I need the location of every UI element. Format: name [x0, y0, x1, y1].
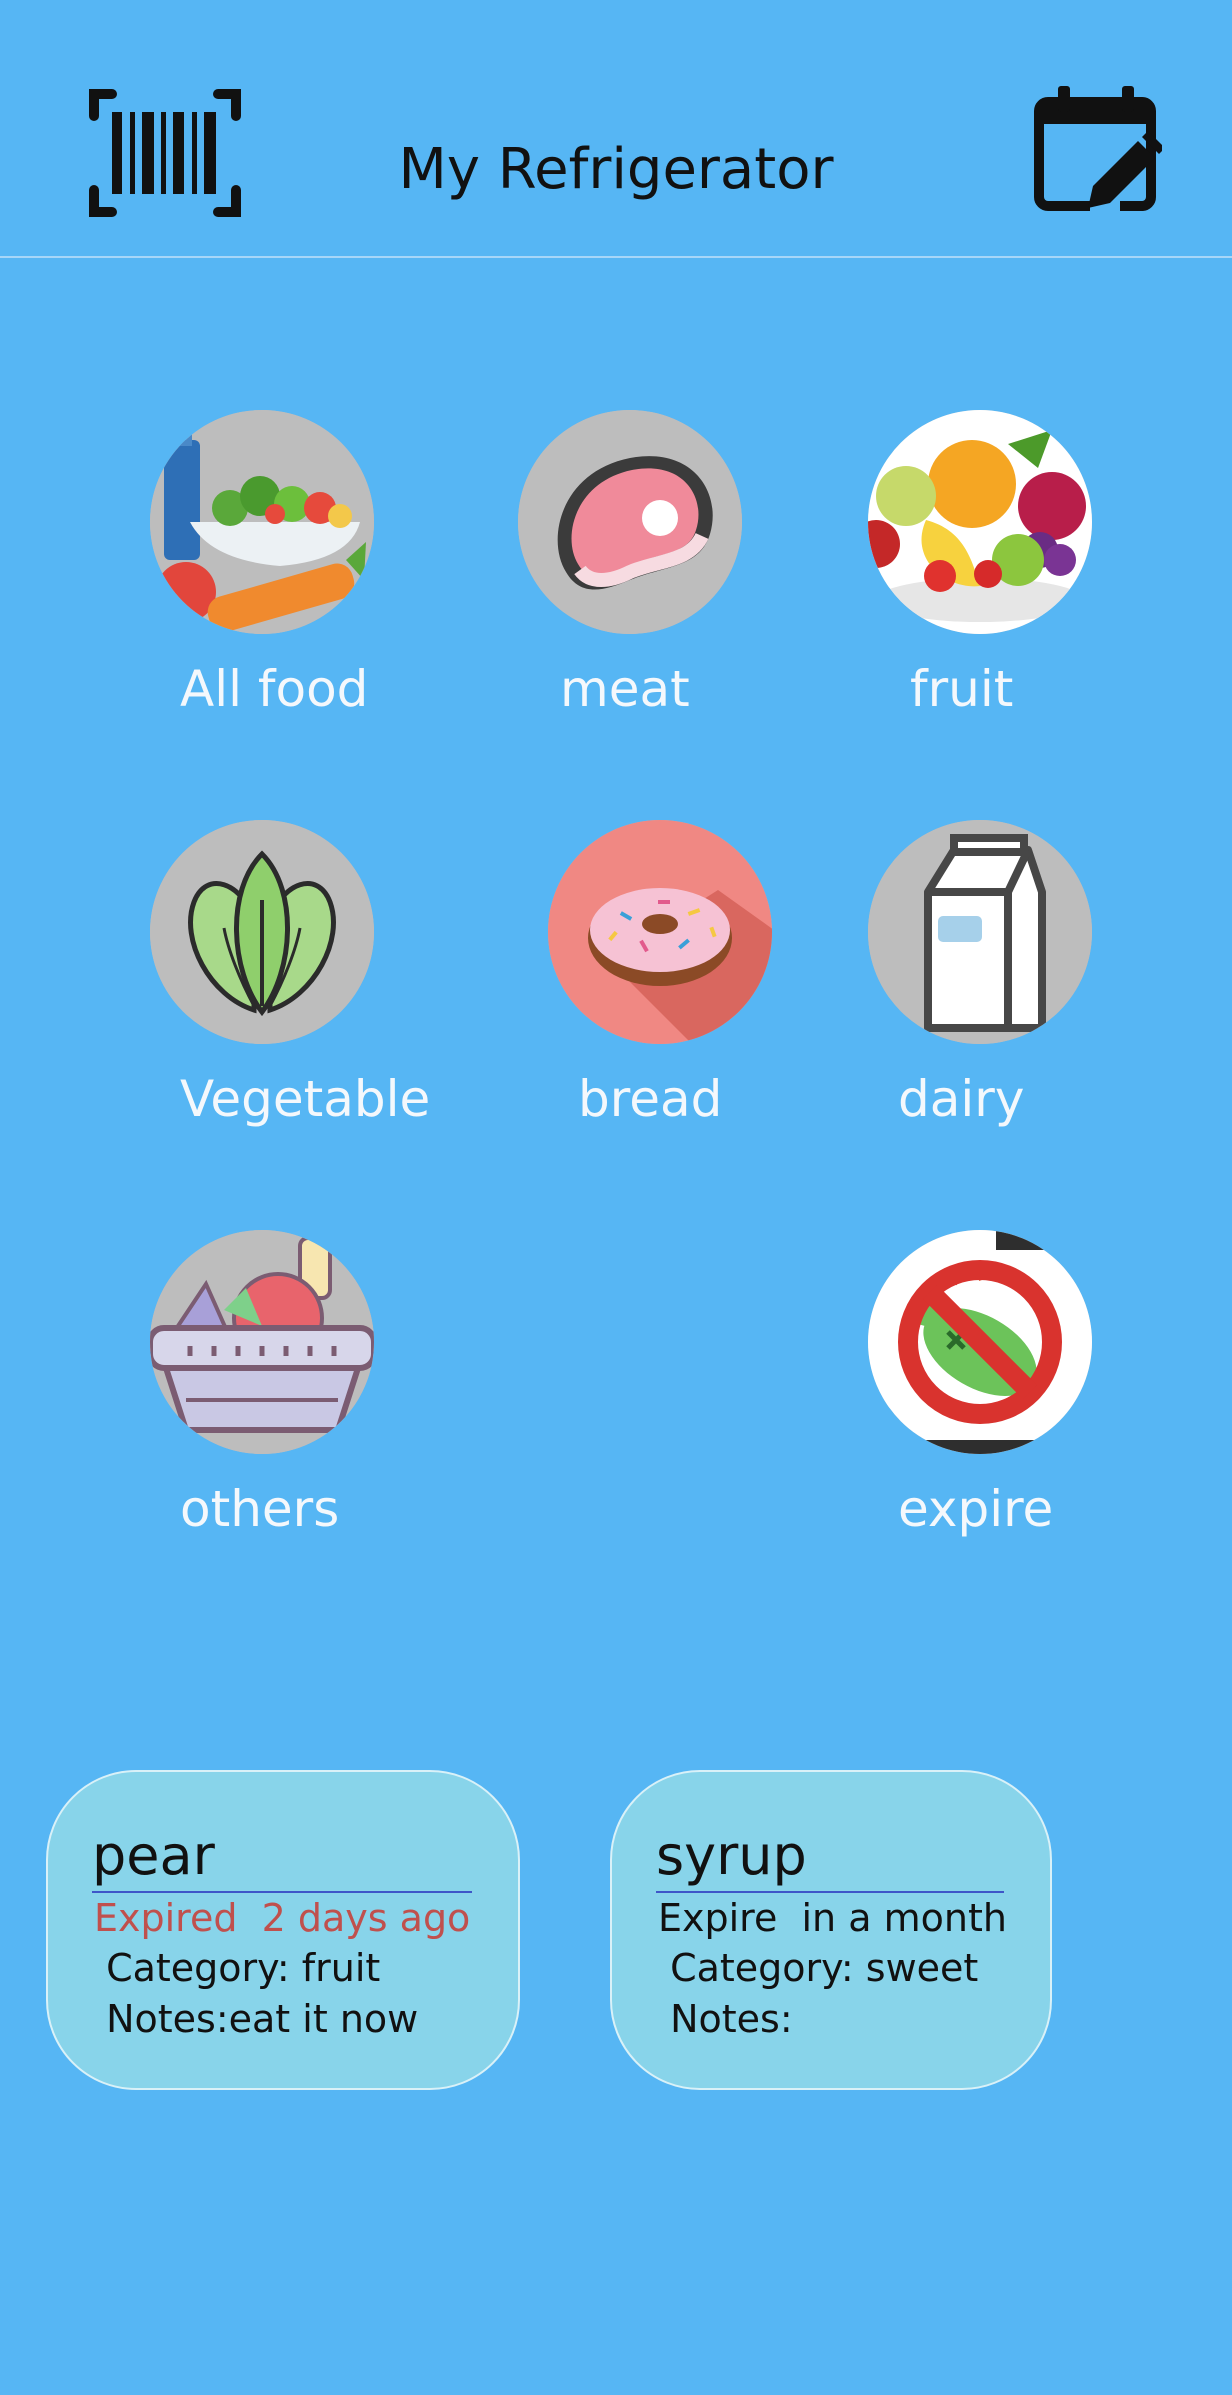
category-fruit[interactable]: fruit — [868, 410, 1092, 718]
milk-carton-icon — [868, 820, 1092, 1044]
item-category: Category: fruit — [94, 1946, 381, 1990]
category-bread[interactable]: bread — [548, 820, 772, 1128]
category-label: fruit — [910, 660, 1014, 718]
expired-food-icon — [868, 1230, 1092, 1454]
donut-icon — [548, 820, 772, 1044]
category-label: All food — [180, 660, 369, 718]
meat-icon — [518, 410, 742, 634]
header-bar: My Refrigerator — [0, 0, 1232, 258]
food-item-card[interactable]: syrup Expire in a month Category: sweet … — [610, 1770, 1052, 2090]
all-food-icon — [150, 410, 374, 634]
category-label: Vegetable — [180, 1070, 431, 1128]
item-expiry-status: Expired 2 days ago — [94, 1896, 471, 1940]
category-others[interactable]: others — [150, 1230, 374, 1538]
item-notes: Notes:eat it now — [94, 1997, 419, 2041]
category-label: expire — [898, 1480, 1054, 1538]
category-meat[interactable]: meat — [518, 410, 742, 718]
calendar-edit-icon[interactable] — [1034, 84, 1162, 216]
item-notes: Notes: — [658, 1997, 793, 2041]
category-expire[interactable]: expire — [868, 1230, 1092, 1538]
vegetable-icon — [150, 820, 374, 1044]
fruit-icon — [868, 410, 1092, 634]
category-all-food[interactable]: All food — [150, 410, 374, 718]
category-vegetable[interactable]: Vegetable — [150, 820, 430, 1128]
food-item-card[interactable]: pear Expired 2 days ago Category: fruit … — [46, 1770, 520, 2090]
item-name: pear — [92, 1824, 215, 1887]
category-label: meat — [560, 660, 690, 718]
category-label: dairy — [898, 1070, 1025, 1128]
item-divider — [656, 1891, 1004, 1893]
basket-icon — [150, 1230, 374, 1454]
category-label: bread — [578, 1070, 723, 1128]
category-label: others — [180, 1480, 340, 1538]
item-name: syrup — [656, 1824, 807, 1887]
category-dairy[interactable]: dairy — [868, 820, 1092, 1128]
item-expiry-status: Expire in a month — [658, 1896, 1007, 1940]
item-divider — [92, 1891, 472, 1893]
item-category: Category: sweet — [658, 1946, 979, 1990]
